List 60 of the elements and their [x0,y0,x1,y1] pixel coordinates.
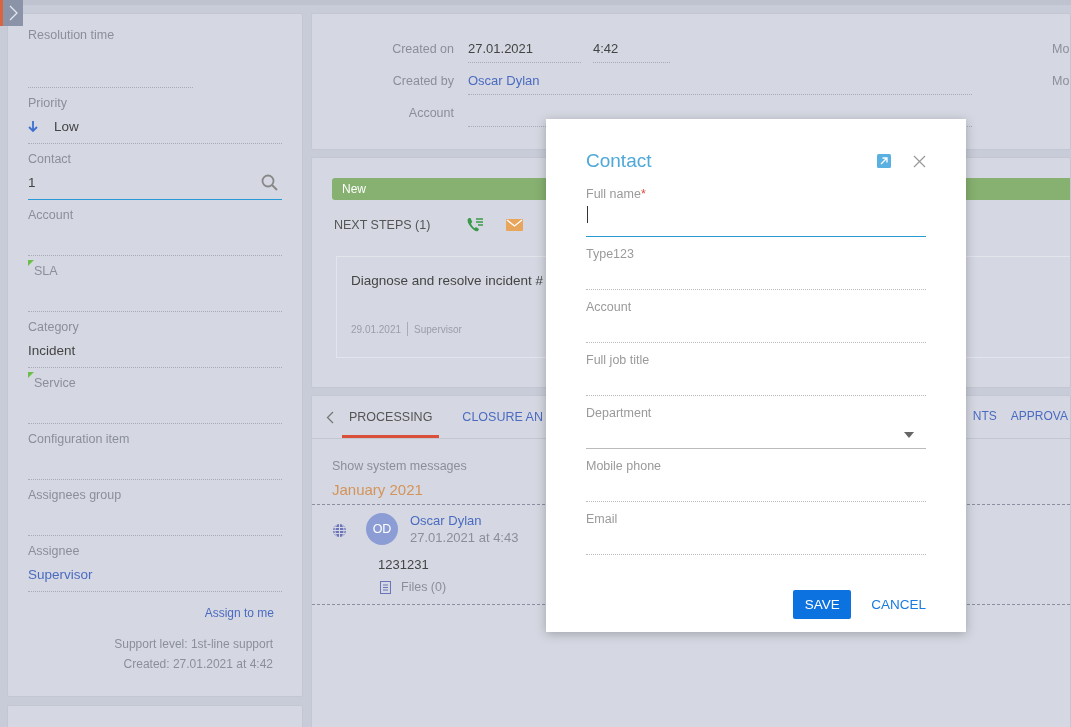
globe-icon [332,523,347,538]
field-label: Resolution time [28,27,115,44]
field-label: Service [33,375,76,392]
down-arrow-icon [28,119,38,133]
field-value: Low [54,118,79,134]
field-label: Created on [391,41,455,58]
field-label: Mo [1052,73,1070,90]
input-field[interactable]: Mobile phone [586,449,926,502]
envelope-icon[interactable] [506,219,524,231]
tab[interactable]: PROCESSING [342,396,440,438]
expand-button[interactable] [0,0,23,26]
field-label: Account [407,105,455,122]
input-field[interactable]: Type123 [586,237,926,290]
input-field[interactable]: Full name* [586,183,926,237]
created-text: Created: 27.01.2021 at 4:42 [123,656,273,673]
field-label: Contact [28,151,72,168]
task-title: Diagnose and resolve incident # [351,273,545,288]
task-date: 29.01.2021 [351,323,402,335]
document-icon [380,580,391,594]
chevron-right-icon [8,5,18,21]
field-label: Assignees group [28,487,122,504]
caret-icon[interactable] [904,432,914,438]
open-in-new-icon[interactable] [877,154,891,168]
input-field[interactable]: Full job title [586,343,926,396]
field-label: Account [28,207,74,224]
field-label: Created by [391,73,455,90]
avatar: OD [366,513,398,545]
dropdown-field[interactable]: Department [586,396,926,449]
search-icon[interactable] [261,173,278,191]
month-heading: January 2021 [332,481,424,498]
input-field[interactable]: Email [586,502,926,555]
task-owner: Supervisor [414,323,462,335]
files-link[interactable]: Files (0) [401,580,447,594]
input-field[interactable]: Account [586,290,926,343]
tab[interactable]: NTS [970,396,999,438]
assignee-link[interactable]: Supervisor [28,566,93,582]
field-value: Incident [28,342,76,358]
save-button[interactable]: SAVE [793,590,852,619]
field-label: Category [28,319,79,336]
field-label: Assignee [28,543,80,560]
tab[interactable]: APPROVA [1008,396,1070,438]
created-by-link[interactable]: Oscar Dylan [468,70,972,95]
tab[interactable]: CLOSURE AN [455,396,550,438]
phone-icon[interactable] [466,217,485,233]
field-label: Mo [1052,41,1070,58]
field-label: SLA [33,263,58,280]
next-steps-tab[interactable]: NEXT STEPS (1) [334,218,431,232]
post-date: 27.01.2021 at 4:43 [410,530,520,545]
dialog-title: Contact [586,150,653,172]
support-level-text: Support level: 1st-line support [114,636,273,653]
date-field[interactable]: 27.01.2021 [468,38,581,63]
assign-to-me-link[interactable]: Assign to me [204,606,274,620]
field-label: Configuration item [28,431,130,448]
cancel-button[interactable]: CANCEL [871,597,926,612]
chevron-left-icon[interactable] [326,410,334,424]
contact-input[interactable]: 1 [28,174,36,190]
post-text: 1231231 [377,557,430,572]
field-label: Priority [28,95,67,112]
close-icon[interactable] [913,154,926,168]
time-field[interactable]: 4:42 [593,38,670,63]
